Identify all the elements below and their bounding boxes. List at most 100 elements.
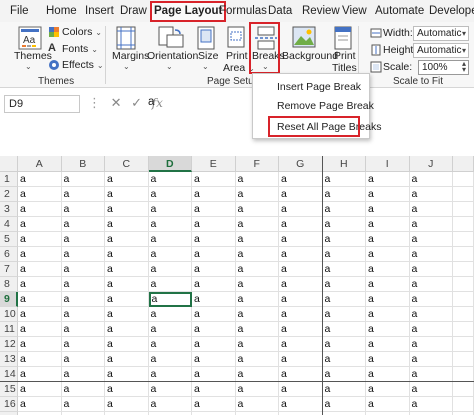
- cell-h16[interactable]: a: [322, 397, 366, 412]
- remove-page-break-item[interactable]: Remove Page Break: [253, 97, 374, 115]
- print-titles-line1[interactable]: Print: [334, 50, 356, 62]
- cell-i4[interactable]: a: [366, 217, 410, 232]
- cell-j3[interactable]: a: [409, 202, 453, 217]
- row-header-1[interactable]: 1: [0, 172, 18, 187]
- themes-icon[interactable]: Aa: [18, 26, 42, 53]
- cell-overflow[interactable]: [453, 337, 474, 352]
- cell-f16[interactable]: a: [235, 397, 279, 412]
- cell-g3[interactable]: a: [279, 202, 323, 217]
- cell-h6[interactable]: a: [322, 247, 366, 262]
- cell-c9[interactable]: a: [105, 292, 149, 307]
- cell-i10[interactable]: a: [366, 307, 410, 322]
- cell-h2[interactable]: a: [322, 187, 366, 202]
- cell-b7[interactable]: a: [61, 262, 105, 277]
- scale-spinner[interactable]: 100% ▴ ▾: [418, 60, 469, 75]
- tab-page-layout[interactable]: Page Layout: [150, 1, 227, 22]
- cell-c16[interactable]: a: [105, 397, 149, 412]
- orientation-chevron-icon[interactable]: ⌄: [166, 62, 173, 71]
- row-header-6[interactable]: 6: [0, 247, 18, 262]
- cell-e6[interactable]: a: [192, 247, 236, 262]
- tab-insert[interactable]: Insert: [85, 0, 114, 22]
- cell-a8[interactable]: a: [18, 277, 62, 292]
- cell-g4[interactable]: a: [279, 217, 323, 232]
- row-header-8[interactable]: 8: [0, 277, 18, 292]
- cell-b10[interactable]: a: [61, 307, 105, 322]
- cell-d9[interactable]: a: [148, 292, 192, 307]
- cell-a12[interactable]: a: [18, 337, 62, 352]
- cell-d11[interactable]: a: [148, 322, 192, 337]
- column-header-a[interactable]: A: [18, 156, 62, 172]
- cell-overflow[interactable]: [453, 202, 474, 217]
- cell-overflow[interactable]: [453, 322, 474, 337]
- formula-input[interactable]: a: [148, 96, 154, 108]
- tab-automate[interactable]: Automate: [375, 0, 424, 22]
- cell-b6[interactable]: a: [61, 247, 105, 262]
- cell-c3[interactable]: a: [105, 202, 149, 217]
- cell-e4[interactable]: a: [192, 217, 236, 232]
- cell-g7[interactable]: a: [279, 262, 323, 277]
- cell-h14[interactable]: a: [322, 367, 366, 382]
- cell-f2[interactable]: a: [235, 187, 279, 202]
- cell-e14[interactable]: a: [192, 367, 236, 382]
- column-header-j[interactable]: J: [409, 156, 453, 172]
- cell-e1[interactable]: a: [192, 172, 236, 187]
- cell-i9[interactable]: a: [366, 292, 410, 307]
- cell-c11[interactable]: a: [105, 322, 149, 337]
- cell-j16[interactable]: a: [409, 397, 453, 412]
- cell-d13[interactable]: a: [148, 352, 192, 367]
- cell-j1[interactable]: a: [409, 172, 453, 187]
- row-header-2[interactable]: 2: [0, 187, 18, 202]
- cell-f13[interactable]: a: [235, 352, 279, 367]
- tab-developer[interactable]: Developer: [429, 0, 474, 22]
- cell-b15[interactable]: a: [61, 382, 105, 397]
- cell-i1[interactable]: a: [366, 172, 410, 187]
- cell-h10[interactable]: a: [322, 307, 366, 322]
- cell-g1[interactable]: a: [279, 172, 323, 187]
- cell-c1[interactable]: a: [105, 172, 149, 187]
- cell-g5[interactable]: a: [279, 232, 323, 247]
- row-header-13[interactable]: 13: [0, 352, 18, 367]
- margins-icon[interactable]: [115, 26, 137, 53]
- cell-j10[interactable]: a: [409, 307, 453, 322]
- cell-f4[interactable]: a: [235, 217, 279, 232]
- row-header-5[interactable]: 5: [0, 232, 18, 247]
- column-header-g[interactable]: G: [279, 156, 323, 172]
- column-header-c[interactable]: C: [105, 156, 149, 172]
- column-header-i[interactable]: I: [366, 156, 410, 172]
- row-header-4[interactable]: 4: [0, 217, 18, 232]
- cell-b1[interactable]: a: [61, 172, 105, 187]
- cell-overflow[interactable]: [453, 292, 474, 307]
- cell-overflow[interactable]: [453, 277, 474, 292]
- cell-d12[interactable]: a: [148, 337, 192, 352]
- tab-view[interactable]: View: [342, 0, 367, 22]
- enter-icon[interactable]: ✓: [131, 95, 142, 110]
- cell-d3[interactable]: a: [148, 202, 192, 217]
- cell-e11[interactable]: a: [192, 322, 236, 337]
- cell-i2[interactable]: a: [366, 187, 410, 202]
- cell-overflow[interactable]: [453, 187, 474, 202]
- cell-a13[interactable]: a: [18, 352, 62, 367]
- cell-f11[interactable]: a: [235, 322, 279, 337]
- cell-i12[interactable]: a: [366, 337, 410, 352]
- cell-f1[interactable]: a: [235, 172, 279, 187]
- cell-b9[interactable]: a: [61, 292, 105, 307]
- cell-g14[interactable]: a: [279, 367, 323, 382]
- cell-e9[interactable]: a: [192, 292, 236, 307]
- effects-button[interactable]: Effects ⌄: [62, 59, 104, 71]
- cell-a4[interactable]: a: [18, 217, 62, 232]
- row-header-7[interactable]: 7: [0, 262, 18, 277]
- column-header-d[interactable]: D: [148, 156, 192, 172]
- cell-h7[interactable]: a: [322, 262, 366, 277]
- cell-b8[interactable]: a: [61, 277, 105, 292]
- cell-f10[interactable]: a: [235, 307, 279, 322]
- cell-i16[interactable]: a: [366, 397, 410, 412]
- select-all-corner[interactable]: [0, 156, 18, 172]
- size-button[interactable]: Size: [198, 50, 218, 62]
- tab-home[interactable]: Home: [46, 0, 77, 22]
- cell-f9[interactable]: a: [235, 292, 279, 307]
- cell-overflow[interactable]: [453, 307, 474, 322]
- cell-h12[interactable]: a: [322, 337, 366, 352]
- cell-f8[interactable]: a: [235, 277, 279, 292]
- cell-j5[interactable]: a: [409, 232, 453, 247]
- cell-overflow[interactable]: [453, 382, 474, 397]
